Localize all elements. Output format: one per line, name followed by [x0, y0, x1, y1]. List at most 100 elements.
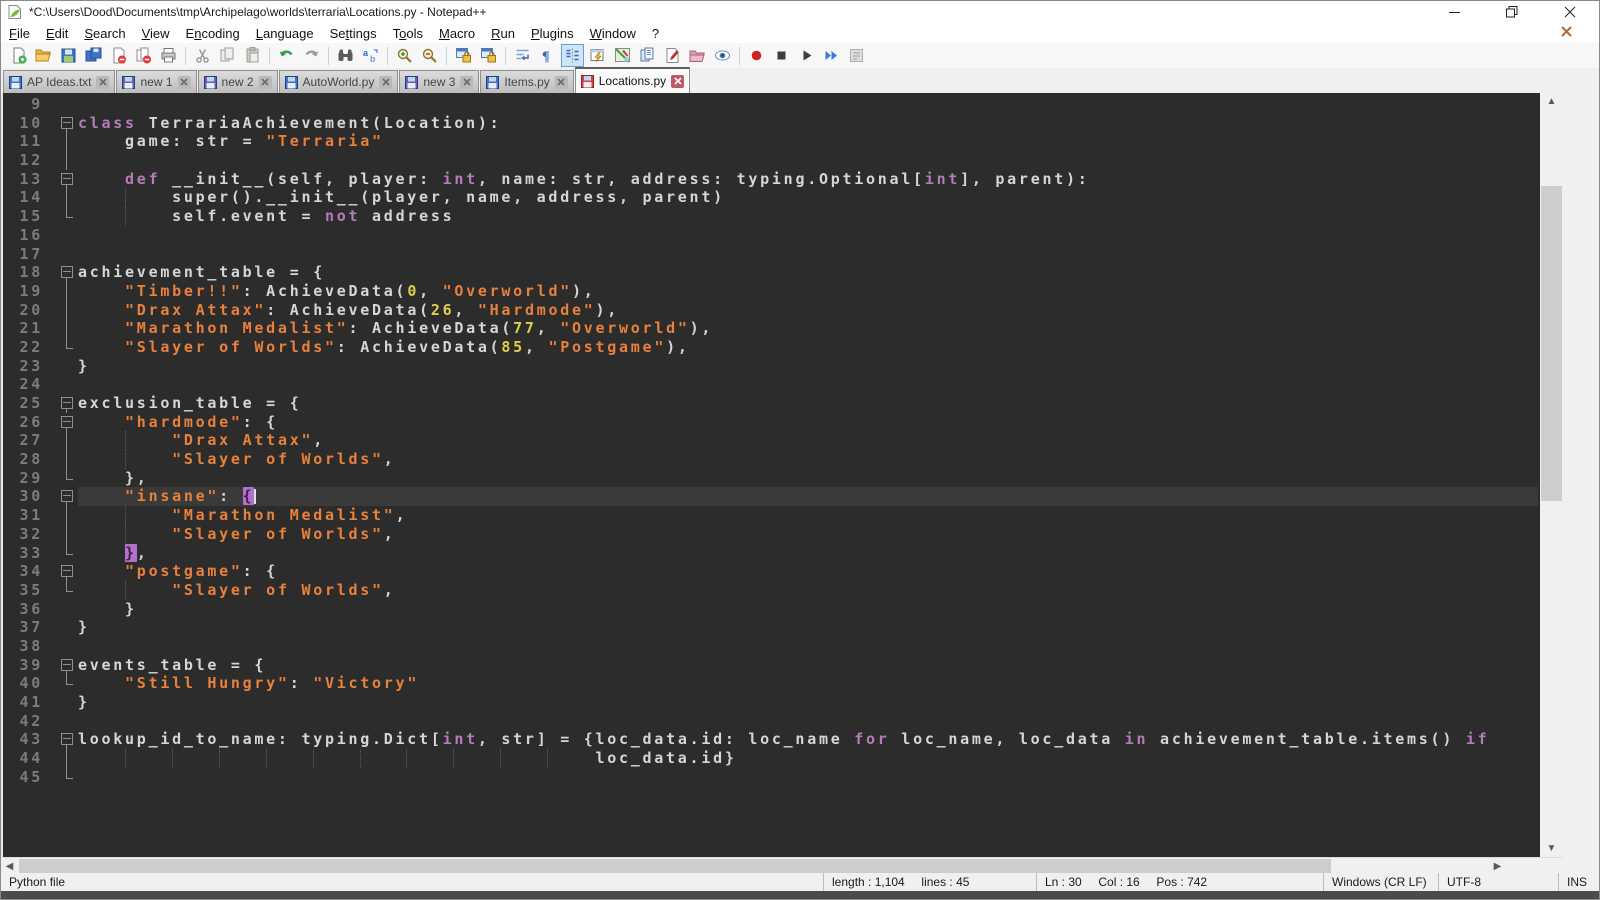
code-line-15: 15 self.event = not address	[3, 207, 1538, 226]
sync-horizontal-scroll-icon[interactable]	[477, 44, 500, 67]
line-number: 39	[3, 656, 45, 675]
save-icon[interactable]	[57, 44, 80, 67]
scroll-right-arrow[interactable]: ▶	[1489, 858, 1506, 874]
horizontal-scrollbar[interactable]: ◀ ▶	[1, 857, 1563, 874]
replace-icon[interactable]: ab	[359, 44, 382, 67]
undo-icon[interactable]	[275, 44, 298, 67]
menu-tools[interactable]: Tools	[385, 24, 431, 43]
macro-save-icon[interactable]	[845, 44, 868, 67]
fold-toggle-icon[interactable]	[45, 730, 78, 749]
document-list-icon[interactable]	[636, 44, 659, 67]
title-bar: *C:\Users\Dood\Documents\tmp\Archipelago…	[1, 1, 1599, 23]
code-line-26: 26 "hardmode": {	[3, 413, 1538, 432]
line-number: 10	[3, 114, 45, 133]
menu-search[interactable]: Search	[76, 24, 133, 43]
tab-close-icon[interactable]	[259, 76, 272, 89]
open-file-icon[interactable]	[32, 44, 55, 67]
menu-settings[interactable]: Settings	[322, 24, 385, 43]
menu-plugins[interactable]: Plugins	[523, 24, 582, 43]
fold-toggle-icon[interactable]	[45, 656, 78, 675]
show-wrap-symbol-icon[interactable]	[586, 44, 609, 67]
menu-macro[interactable]: Macro	[431, 24, 483, 43]
fold-toggle-icon[interactable]	[45, 114, 78, 133]
macro-play-icon[interactable]	[795, 44, 818, 67]
code-text: },	[78, 544, 1538, 563]
redo-icon[interactable]	[300, 44, 323, 67]
status-bar: Python file length : 1,104 lines : 45 Ln…	[1, 873, 1599, 891]
close-document-x-button[interactable]	[1560, 25, 1573, 43]
tab-close-icon[interactable]	[379, 76, 392, 89]
tab-close-icon[interactable]	[178, 76, 191, 89]
close-file-icon[interactable]	[107, 44, 130, 67]
status-insert-mode[interactable]: INS	[1558, 873, 1599, 891]
indent-guide	[313, 749, 314, 768]
tab-close-icon[interactable]	[671, 75, 684, 88]
status-encoding[interactable]: UTF-8	[1438, 873, 1558, 891]
macro-record-icon[interactable]	[745, 44, 768, 67]
scroll-up-arrow[interactable]: ▲	[1540, 93, 1563, 110]
folder-as-workspace-icon[interactable]	[686, 44, 709, 67]
paste-icon[interactable]	[241, 44, 264, 67]
tab-bar: AP Ideas.txtnew 1new 2AutoWorld.pynew 3I…	[1, 68, 1599, 93]
menu-window[interactable]: Window	[582, 24, 644, 43]
code-text: exclusion_table = {	[78, 394, 1538, 413]
tab-items-py[interactable]: Items.py	[480, 70, 573, 93]
document-map-icon[interactable]	[611, 44, 634, 67]
word-wrap-icon[interactable]	[511, 44, 534, 67]
fold-toggle-icon[interactable]	[45, 263, 78, 282]
tab-close-icon[interactable]	[460, 76, 473, 89]
fold-toggle-icon[interactable]	[45, 170, 78, 189]
tab-ap-ideas-txt[interactable]: AP Ideas.txt	[3, 70, 115, 93]
find-icon[interactable]	[334, 44, 357, 67]
macro-stop-icon[interactable]	[770, 44, 793, 67]
close-button[interactable]	[1541, 1, 1599, 23]
zoom-in-icon[interactable]	[393, 44, 416, 67]
menu-run[interactable]: Run	[483, 24, 523, 43]
tab-locations-py[interactable]: Locations.py	[575, 67, 690, 93]
minimize-button[interactable]	[1425, 1, 1483, 23]
macro-run-multiple-icon[interactable]	[820, 44, 843, 67]
fold-toggle-icon[interactable]	[45, 562, 78, 581]
restore-button[interactable]	[1483, 1, 1541, 23]
tab-new-3[interactable]: new 3	[399, 70, 479, 93]
menu-encoding[interactable]: Encoding	[178, 24, 248, 43]
save-all-icon[interactable]	[82, 44, 105, 67]
menu-view[interactable]: View	[134, 24, 178, 43]
menu-file[interactable]: File	[1, 24, 38, 43]
fold-toggle-icon[interactable]	[45, 413, 78, 432]
editor-pane[interactable]: 910class TerrariaAchievement(Location):1…	[1, 93, 1563, 857]
status-eol-format[interactable]: Windows (CR LF)	[1323, 873, 1438, 891]
fold-toggle-icon[interactable]	[45, 394, 78, 413]
monitoring-icon[interactable]	[711, 44, 734, 67]
tab-autoworld-py[interactable]: AutoWorld.py	[279, 70, 399, 93]
sync-vertical-scroll-icon[interactable]	[452, 44, 475, 67]
vertical-scroll-thumb[interactable]	[1541, 186, 1562, 501]
tab-new-2[interactable]: new 2	[198, 70, 278, 93]
print-icon[interactable]	[157, 44, 180, 67]
code-text: events_table = {	[78, 656, 1538, 675]
menu-edit[interactable]: Edit	[38, 24, 76, 43]
menu-?[interactable]: ?	[644, 24, 667, 43]
line-number: 19	[3, 282, 45, 301]
code-line-30: 30 "insane": {	[3, 487, 1538, 506]
tab-new-1[interactable]: new 1	[116, 70, 196, 93]
line-number: 17	[3, 245, 45, 264]
menu-language[interactable]: Language	[248, 24, 322, 43]
vertical-scrollbar[interactable]: ▲ ▼	[1540, 93, 1563, 857]
copy-icon[interactable]	[216, 44, 239, 67]
scroll-down-arrow[interactable]: ▼	[1540, 840, 1563, 857]
close-all-icon[interactable]	[132, 44, 155, 67]
tab-close-icon[interactable]	[96, 76, 109, 89]
show-indent-guide-icon[interactable]	[561, 44, 584, 67]
scroll-left-arrow[interactable]: ◀	[1, 858, 18, 874]
new-file-icon[interactable]	[7, 44, 30, 67]
show-all-characters-icon[interactable]: ¶	[536, 44, 559, 67]
tab-close-icon[interactable]	[555, 76, 568, 89]
cut-icon[interactable]	[191, 44, 214, 67]
fold-toggle-icon[interactable]	[45, 487, 78, 506]
zoom-out-icon[interactable]	[418, 44, 441, 67]
function-list-icon[interactable]	[661, 44, 684, 67]
horizontal-scroll-thumb[interactable]	[19, 859, 1331, 873]
fold-margin	[45, 301, 78, 320]
code-text: "Marathon Medalist": AchieveData(77, "Ov…	[78, 319, 1538, 338]
